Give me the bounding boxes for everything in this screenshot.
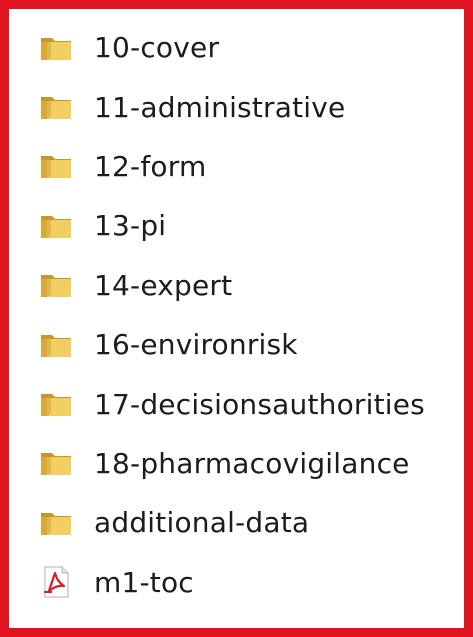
folder-icon (36, 146, 76, 186)
folder-icon (36, 206, 76, 246)
folder-icon (36, 28, 76, 68)
folder-item-17-decisionsauthorities[interactable]: 17-decisionsauthorities (36, 374, 456, 433)
folder-item-12-form[interactable]: 12-form (36, 137, 456, 196)
item-label: additional-data (94, 506, 310, 540)
folder-icon (36, 443, 76, 483)
folder-item-11-administrative[interactable]: 11-administrative (36, 77, 456, 136)
item-label: 11-administrative (94, 90, 346, 124)
folder-item-14-expert[interactable]: 14-expert (36, 256, 456, 315)
file-item-m1-toc[interactable]: m1-toc (36, 553, 456, 612)
folder-icon (36, 503, 76, 543)
folder-item-13-pi[interactable]: 13-pi (36, 196, 456, 255)
item-label: 18-pharmacovigilance (94, 446, 410, 480)
item-label: 10-cover (94, 31, 220, 65)
folder-icon (36, 265, 76, 305)
item-label: 17-decisionsauthorities (94, 387, 425, 421)
folder-icon (36, 87, 76, 127)
file-list: 10-cover 11-administrative 12-form 13-pi… (36, 18, 456, 612)
item-label: 16-environrisk (94, 328, 298, 362)
item-label: 14-expert (94, 268, 233, 302)
item-label: m1-toc (94, 565, 194, 599)
pdf-file-icon (36, 562, 76, 602)
folder-icon (36, 325, 76, 365)
folder-item-18-pharmacovigilance[interactable]: 18-pharmacovigilance (36, 434, 456, 493)
folder-item-additional-data[interactable]: additional-data (36, 493, 456, 552)
folder-icon (36, 384, 76, 424)
folder-item-10-cover[interactable]: 10-cover (36, 18, 456, 77)
item-label: 12-form (94, 149, 207, 183)
folder-item-16-environrisk[interactable]: 16-environrisk (36, 315, 456, 374)
item-label: 13-pi (94, 209, 167, 243)
